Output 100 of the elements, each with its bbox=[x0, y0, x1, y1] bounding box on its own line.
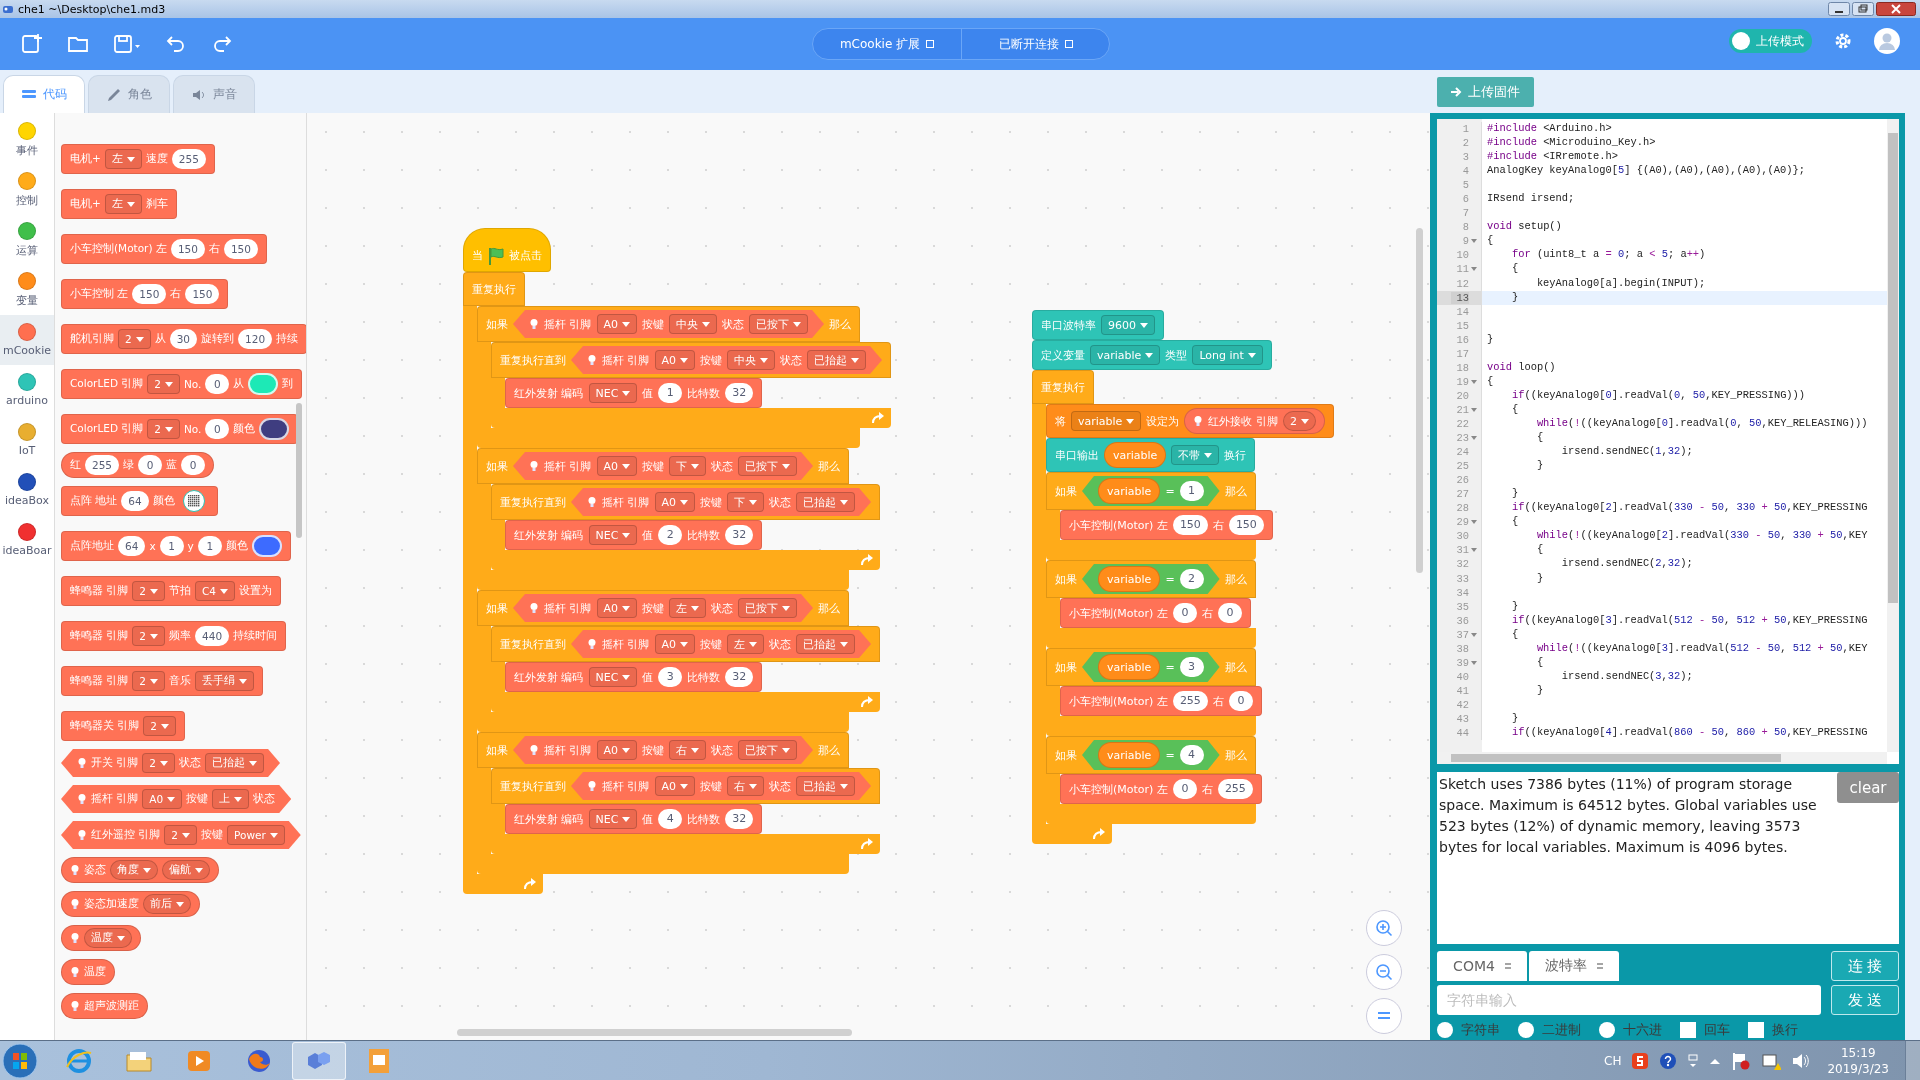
number-field[interactable]: 4 bbox=[658, 809, 683, 829]
command-block[interactable]: 红外发射 编码 NEC 值 1 比特数 32 bbox=[505, 378, 763, 408]
block-dropdown[interactable]: 已按下 bbox=[738, 598, 798, 618]
c-block-top[interactable]: 如果 variable = 1 那么 bbox=[1046, 472, 1256, 510]
block-dropdown[interactable]: 中央 bbox=[669, 314, 718, 334]
boolean-block[interactable]: 摇杆 引脚 A0 按键 中央 状态 已抬起 bbox=[571, 346, 883, 374]
reporter-block[interactable]: variable bbox=[1098, 566, 1161, 592]
fold-caret-icon[interactable] bbox=[1470, 266, 1478, 273]
number-field[interactable]: 3 bbox=[658, 667, 683, 687]
clock-date[interactable]: 2019/3/23 bbox=[1827, 1060, 1889, 1077]
command-block[interactable]: 小车控制(Motor) 左 255 右 0 bbox=[1060, 686, 1262, 716]
boolean-block[interactable]: 开关 引脚 2 状态 已抬起 bbox=[61, 749, 281, 777]
block-dropdown[interactable]: 中央 bbox=[727, 350, 776, 370]
reporter-block[interactable]: variable bbox=[1098, 478, 1161, 504]
number-field[interactable]: 255 bbox=[171, 149, 206, 169]
number-field[interactable]: 1 bbox=[159, 536, 184, 556]
number-field[interactable]: 150 bbox=[170, 239, 205, 259]
reporter-block[interactable]: 姿态加速度 前后 bbox=[61, 891, 200, 917]
select-dropdown[interactable]: COM4 bbox=[1437, 951, 1527, 981]
help-icon[interactable] bbox=[1659, 1051, 1678, 1070]
fold-caret-icon[interactable] bbox=[1470, 631, 1478, 638]
number-field[interactable]: 32 bbox=[725, 809, 754, 829]
command-block[interactable]: 蜂鸣器 引脚 2 音乐 丢手绢 bbox=[61, 666, 264, 696]
block-dropdown[interactable]: 右 bbox=[727, 776, 765, 796]
toolbar-button[interactable]: 已断开连接 bbox=[961, 29, 1109, 59]
number-field[interactable]: 120 bbox=[238, 329, 273, 349]
number-field[interactable]: 150 bbox=[223, 239, 258, 259]
c-block-top[interactable]: 如果 variable = 2 那么 bbox=[1046, 560, 1256, 598]
block-dropdown[interactable]: Long int bbox=[1192, 345, 1263, 365]
number-field[interactable]: 0 bbox=[181, 455, 206, 475]
c-block-top[interactable]: 如果 variable = 3 那么 bbox=[1046, 648, 1256, 686]
scrollbar[interactable] bbox=[1887, 119, 1899, 752]
command-block[interactable]: 蜂鸣器 引脚 2 节拍 C4 设置为 bbox=[61, 576, 282, 606]
boolean-block[interactable]: 摇杆 引脚 A0 按键 左 状态 已抬起 bbox=[571, 630, 872, 658]
command-block[interactable]: 小车控制(Motor) 左 150 右 150 bbox=[1060, 510, 1273, 540]
block-dropdown[interactable]: 2 bbox=[147, 419, 180, 439]
command-block[interactable]: 串口波特率 9600 bbox=[1032, 310, 1164, 340]
block-dropdown[interactable]: 已抬起 bbox=[796, 634, 856, 654]
block-dropdown[interactable]: A0 bbox=[596, 314, 638, 334]
radio-button[interactable] bbox=[1599, 1022, 1615, 1038]
close-icon[interactable] bbox=[1876, 2, 1916, 16]
boolean-block[interactable]: 摇杆 引脚 A0 按键 右 状态 已按下 bbox=[513, 736, 814, 764]
block-dropdown[interactable]: 下 bbox=[669, 456, 707, 476]
c-block-top[interactable]: 如果 摇杆 引脚 A0 按键 左 状态 已按下 那么 bbox=[477, 590, 850, 626]
reporter-block[interactable]: variable bbox=[1098, 742, 1161, 768]
command-block[interactable]: 小车控制 左 150 右 150 bbox=[61, 279, 229, 309]
boolean-block[interactable]: 摇杆 引脚 A0 按键 右 状态 已抬起 bbox=[571, 772, 872, 800]
block-dropdown[interactable]: A0 bbox=[596, 598, 638, 618]
block-dropdown[interactable]: A0 bbox=[654, 776, 696, 796]
category-item[interactable]: IoT bbox=[0, 415, 54, 465]
taskbar-app[interactable] bbox=[292, 1041, 346, 1080]
c-block-top[interactable]: 重复执行 bbox=[1032, 370, 1094, 404]
reporter-block[interactable]: 温度 bbox=[61, 925, 141, 951]
block-dropdown[interactable]: 2 bbox=[118, 329, 151, 349]
block-dropdown[interactable]: 左 bbox=[669, 598, 707, 618]
block-dropdown[interactable]: NEC bbox=[588, 525, 638, 545]
number-field[interactable]: 0 bbox=[1172, 779, 1197, 799]
reporter-block[interactable]: 超声波测距 bbox=[61, 993, 148, 1019]
block-dropdown[interactable]: A0 bbox=[596, 740, 638, 760]
block-dropdown[interactable]: 已抬起 bbox=[796, 776, 856, 796]
number-field[interactable]: 2 bbox=[1179, 569, 1204, 589]
block-dropdown[interactable]: 2 bbox=[132, 626, 166, 646]
number-field[interactable]: 0 bbox=[205, 374, 230, 394]
number-field[interactable]: 0 bbox=[1228, 691, 1253, 711]
block-dropdown[interactable]: 9600 bbox=[1101, 315, 1155, 335]
command-block[interactable]: 蜂鸣器关 引脚 2 bbox=[61, 711, 186, 741]
color-swatch[interactable] bbox=[248, 373, 279, 395]
flag-icon[interactable] bbox=[1731, 1050, 1752, 1071]
color-swatch[interactable] bbox=[259, 418, 290, 440]
category-item[interactable]: ideaBoar bbox=[0, 515, 54, 565]
block-dropdown[interactable]: Power bbox=[227, 825, 285, 845]
fold-caret-icon[interactable] bbox=[1470, 238, 1478, 245]
block-dropdown[interactable]: 偏航 bbox=[162, 860, 210, 880]
zoom-button[interactable] bbox=[1366, 954, 1402, 990]
c-block-top[interactable]: 重复执行直到 摇杆 引脚 A0 按键 中央 状态 已抬起 bbox=[491, 342, 892, 378]
boolean-block[interactable]: 摇杆 引脚 A0 按键 中央 状态 已按下 bbox=[513, 310, 825, 338]
block-dropdown[interactable]: NEC bbox=[588, 667, 638, 687]
block-dropdown[interactable]: 已按下 bbox=[738, 740, 798, 760]
reporter-block[interactable]: 红 255 绿 0 蓝 0 bbox=[61, 452, 215, 478]
number-field[interactable]: 1 bbox=[197, 536, 222, 556]
command-block[interactable]: 串口输出 variable 不带 换行 bbox=[1046, 438, 1256, 472]
category-item[interactable]: 事件 bbox=[0, 115, 54, 165]
boolean-block[interactable]: 红外遥控 引脚 2 按键 Power bbox=[61, 821, 301, 849]
fold-caret-icon[interactable] bbox=[1470, 435, 1478, 442]
category-item[interactable]: arduino bbox=[0, 365, 54, 415]
command-block[interactable]: 电机+ 左 刹车 bbox=[61, 189, 177, 219]
reporter-block[interactable]: 红外接收 引脚 2 bbox=[1184, 408, 1325, 434]
number-field[interactable]: 150 bbox=[1228, 515, 1264, 535]
block-dropdown[interactable]: 2 bbox=[142, 753, 176, 773]
number-field[interactable]: 32 bbox=[725, 525, 754, 545]
block-dropdown[interactable]: 2 bbox=[132, 671, 166, 691]
boolean-block[interactable]: 摇杆 引脚 A0 按键 下 状态 已抬起 bbox=[571, 488, 872, 516]
block-dropdown[interactable]: A0 bbox=[142, 789, 183, 809]
send-button[interactable]: 发 送 bbox=[1831, 985, 1899, 1015]
number-field[interactable]: 255 bbox=[1217, 779, 1253, 799]
scrollbar[interactable] bbox=[457, 1029, 852, 1036]
c-block-bottom[interactable] bbox=[1032, 824, 1112, 844]
c-block-top[interactable]: 重复执行直到 摇杆 引脚 A0 按键 右 状态 已抬起 bbox=[491, 768, 881, 804]
color-swatch[interactable] bbox=[251, 535, 282, 557]
boolean-block[interactable]: variable = 2 bbox=[1082, 564, 1220, 594]
